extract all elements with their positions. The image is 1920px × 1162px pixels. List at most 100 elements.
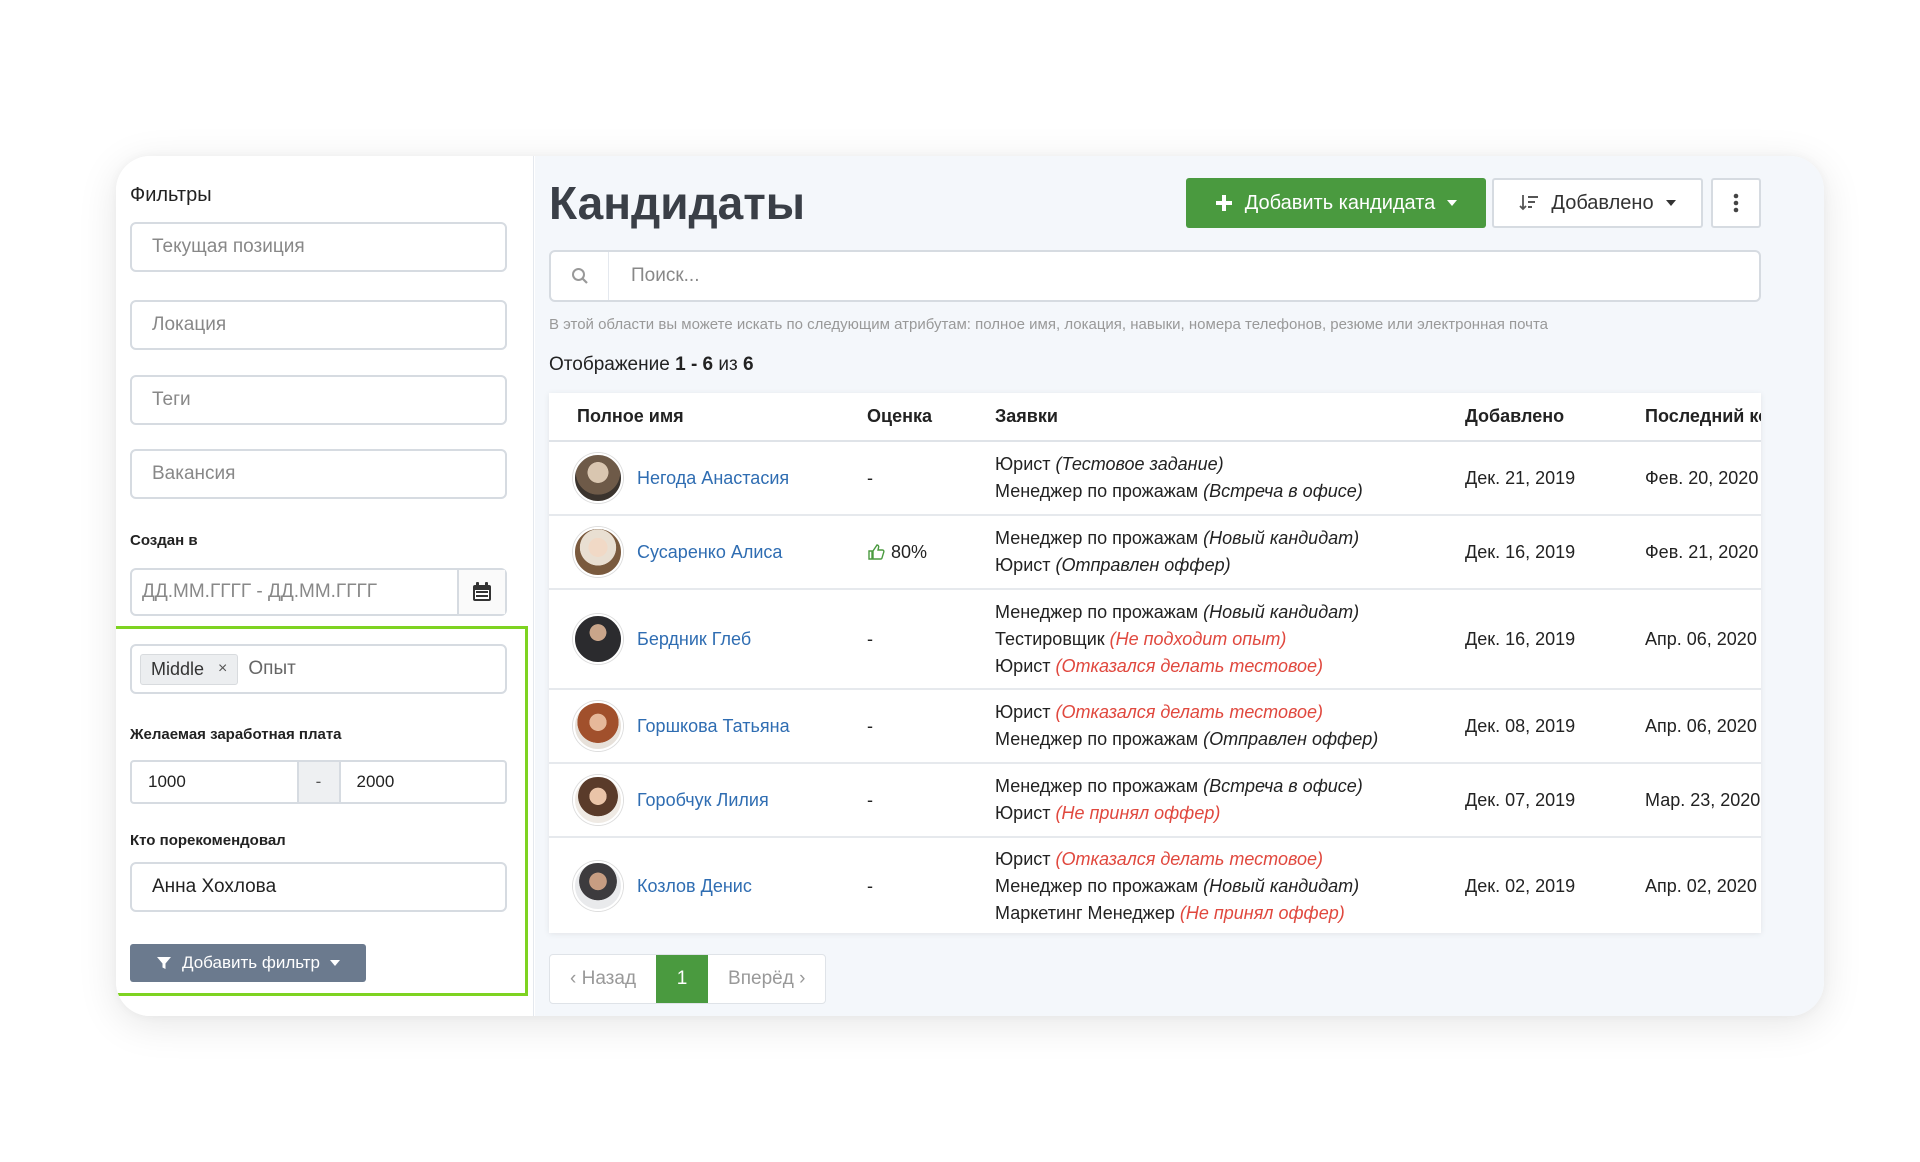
col-added[interactable]: Добавлено [1437,393,1617,442]
salary-from-input[interactable]: 1000 [132,762,297,802]
table-row[interactable]: Бердник Глеб - Менеджер по прожажам (Нов… [549,589,1761,690]
thumbs-up-icon [868,544,885,560]
chevron-down-icon [330,960,341,966]
application-status: (Отправлен оффер) [1203,729,1379,749]
application-status: (Новый кандидат) [1203,875,1360,896]
table-row[interactable]: Горобчук Лилия - Менеджер по прожажам (В… [549,763,1761,838]
application-line: Юрист (Не принял оффер) [995,800,1437,827]
application-status: (Отказался делать тестовое) [1055,848,1323,869]
application-role: Юрист [995,702,1051,722]
application-role: Менеджер по прожажам [995,601,1199,622]
add-filter-button[interactable]: Добавить фильтр [130,944,366,982]
candidate-name-link[interactable]: Козлов Денис [637,876,752,897]
candidate-name-link[interactable]: Негода Анастасия [637,468,789,489]
added-date: Дек. 16, 2019 [1437,589,1617,690]
application-status: (Новый кандидат) [1203,528,1360,548]
filters-title: Фильтры [130,184,212,206]
referred-value: Анна Хохлова [152,876,277,897]
calendar-icon [473,582,491,601]
last-contact-date: Апр. 06, 2020 [1617,589,1761,690]
application-role: Юрист [995,655,1051,676]
application-status: (Новый кандидат) [1203,601,1360,622]
avatar [573,527,623,577]
application-line: Менеджер по прожажам (Встреча в офисе) [995,478,1437,505]
added-date: Дек. 21, 2019 [1437,441,1617,516]
experience-placeholder: Опыт [248,658,296,679]
calendar-button[interactable] [457,570,505,614]
results-count: Отображение 1 - 6 из 6 [549,354,754,376]
main-content: Кандидаты Добавить кандидата Добавлено П… [535,156,1824,1016]
col-rating[interactable]: Оценка [839,393,967,442]
pagination-prev[interactable]: ‹ Назад [550,955,656,1003]
application-line: Менеджер по прожажам (Встреча в офисе) [995,773,1437,800]
current-position-field[interactable]: Текущая позиция [130,222,507,272]
table-row[interactable]: Горшкова Татьяна - Юрист (Отказался дела… [549,689,1761,764]
showing-prefix: Отображение [549,354,670,375]
application-line: Юрист (Отказался делать тестовое) [995,653,1437,680]
avatar [573,453,623,503]
application-status: (Тестовое задание) [1055,454,1224,474]
table-row[interactable]: Сусаренко Алиса 80% Менеджер по прожажам… [549,515,1761,590]
rating-value: - [839,763,967,838]
created-date-range: ДД.ММ.ГГГГ - ДД.ММ.ГГГГ [130,568,507,616]
added-date: Дек. 16, 2019 [1437,515,1617,590]
application-line: Юрист (Тестовое задание) [995,451,1437,478]
add-candidate-label: Добавить кандидата [1244,191,1436,214]
sort-dropdown[interactable]: Добавлено [1492,178,1703,228]
tags-field[interactable]: Теги [130,375,507,425]
pagination-page-current[interactable]: 1 [656,955,709,1003]
chevron-down-icon [1665,200,1676,206]
application-role: Менеджер по прожажам [995,481,1199,501]
table-row[interactable]: Негода Анастасия - Юрист (Тестовое задан… [549,441,1761,516]
candidate-name-link[interactable]: Сусаренко Алиса [637,542,782,563]
application-line: Маркетинг Менеджер (Не принял оффер) [995,900,1437,927]
application-status: (Отправлен оффер) [1055,555,1231,575]
sort-icon [1519,195,1539,211]
application-role: Юрист [995,555,1051,575]
search-icon [571,268,588,284]
col-last-contact[interactable]: Последний контакт [1617,393,1761,442]
experience-field[interactable]: Middle × Опыт [130,644,507,694]
application-line: Менеджер по прожажам (Новый кандидат) [995,873,1437,900]
application-role: Юрист [995,803,1051,823]
application-line: Тестировщик (Не подходит опыт) [995,626,1437,653]
more-options-button[interactable] [1711,178,1761,228]
application-line: Менеджер по прожажам (Новый кандидат) [995,599,1437,626]
col-full-name[interactable]: Полное имя [549,393,839,442]
vacancy-field[interactable]: Вакансия [130,449,507,499]
add-candidate-button[interactable]: Добавить кандидата [1186,178,1486,228]
remove-tag-icon[interactable]: × [218,660,227,678]
candidate-name-link[interactable]: Горшкова Татьяна [637,716,790,737]
col-applications[interactable]: Заявки [967,393,1437,442]
location-field[interactable]: Локация [130,300,507,350]
last-contact-date: Апр. 06, 2020 [1617,689,1761,764]
search-input[interactable] [609,252,1759,300]
avatar [573,701,623,751]
salary-to-input[interactable]: 2000 [341,762,506,802]
current-position-placeholder: Текущая позиция [152,236,305,257]
plus-icon [1215,195,1232,211]
add-filter-label: Добавить фильтр [181,953,321,972]
rating-value: - [839,837,967,933]
candidate-name-link[interactable]: Горобчук Лилия [637,790,769,811]
tags-placeholder: Теги [152,389,191,410]
date-range-input[interactable]: ДД.ММ.ГГГГ - ДД.ММ.ГГГГ [132,570,457,614]
vacancy-placeholder: Вакансия [152,463,236,484]
last-contact-date: Фев. 20, 2020 [1617,441,1761,516]
kebab-menu-icon [1733,193,1739,213]
application-role: Юрист [995,848,1051,869]
last-contact-date: Фев. 21, 2020 [1617,515,1761,590]
referred-field[interactable]: Анна Хохлова [130,862,507,912]
pagination-next[interactable]: Вперёд › [708,955,825,1003]
rating: 80% [867,542,967,563]
rating-value: - [839,589,967,690]
table-row[interactable]: Козлов Денис - Юрист (Отказался делать т… [549,837,1761,933]
showing-total: 6 [743,354,754,375]
last-contact-date: Апр. 02, 2020 [1617,837,1761,933]
avatar [573,861,623,911]
added-date: Дек. 08, 2019 [1437,689,1617,764]
candidate-name-link[interactable]: Бердник Глеб [637,629,751,650]
added-date: Дек. 02, 2019 [1437,837,1617,933]
filters-sidebar: Фильтры Текущая позиция Локация Теги Вак… [116,156,534,1016]
salary-label: Желаемая заработная плата [130,726,342,743]
